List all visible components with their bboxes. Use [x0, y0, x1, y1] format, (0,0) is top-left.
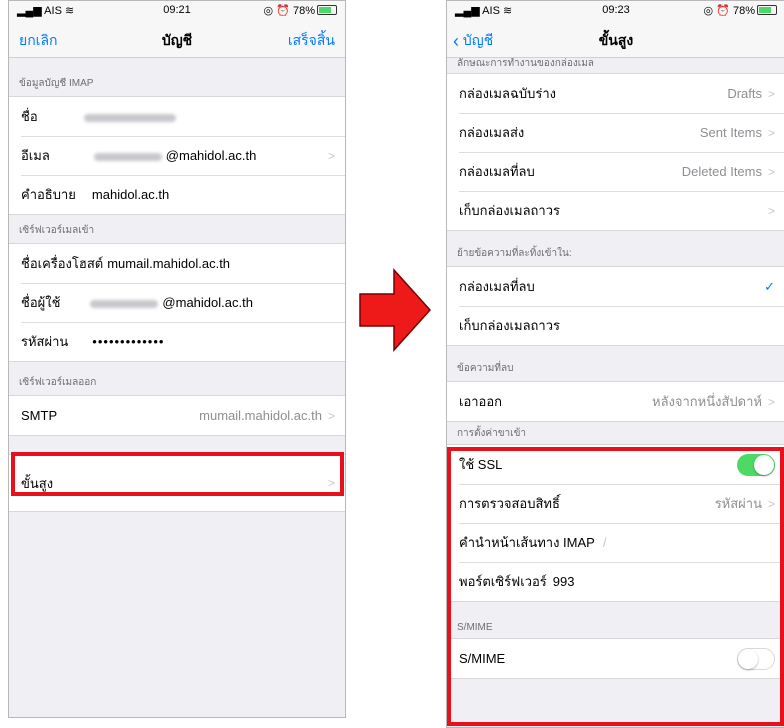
imap-info-group: ชื่อ อีเมล @mahidol.ac.th > คำอธิบาย mah… [9, 96, 345, 215]
deleted-label: กล่องเมลที่ลบ [459, 164, 535, 179]
chevron-right-icon: > [767, 496, 775, 511]
description-label: คำอธิบาย [21, 187, 76, 202]
description-value: mahidol.ac.th [91, 187, 170, 202]
password-label: รหัสผ่าน [21, 334, 69, 349]
auth-value: รหัสผ่าน [714, 496, 762, 511]
description-row[interactable]: คำอธิบาย mahidol.ac.th [9, 175, 345, 214]
done-button[interactable]: เสร็จสิ้น [288, 30, 335, 52]
chevron-right-icon: > [767, 86, 775, 101]
imap-prefix-value[interactable]: / [603, 535, 607, 550]
drafts-row[interactable]: กล่องเมลฉบับร่าง Drafts > [447, 74, 784, 113]
advanced-label: ขั้นสูง [21, 475, 54, 491]
move-archive-label: เก็บกล่องเมลถาวร [459, 318, 560, 333]
section-header-outgoing: เซิร์ฟเวอร์เมลออก [19, 377, 97, 388]
nav-bar: ยกเลิก บัญชี เสร็จสิ้น [9, 20, 345, 58]
sent-label: กล่องเมลส่ง [459, 125, 525, 140]
deleted-messages-group: เอาออก หลังจากหนึ่งสัปดาห์ > [447, 381, 784, 422]
mailbox-behaviour-group: กล่องเมลฉบับร่าง Drafts > กล่องเมลส่ง Se… [447, 73, 784, 231]
smtp-row[interactable]: SMTP mumail.mahidol.ac.th > [9, 396, 345, 435]
port-row[interactable]: พอร์ตเซิร์ฟเวอร์ 993 [447, 562, 784, 601]
remove-value: หลังจากหนึ่งสัปดาห์ [652, 394, 762, 409]
port-value[interactable]: 993 [553, 574, 575, 589]
smtp-value: mumail.mahidol.ac.th [199, 408, 322, 423]
drafts-label: กล่องเมลฉบับร่าง [459, 86, 556, 101]
advanced-row[interactable]: ขั้นสูง > [9, 455, 345, 511]
chevron-right-icon: > [767, 125, 775, 140]
move-discarded-group: กล่องเมลที่ลบ ✓ เก็บกล่องเมลถาวร [447, 266, 784, 346]
right-screen: ▂▄▆ AIS ≋ 09:23 ◎ ⏰ 78% ‹ บัญชี ขั้นสูง … [446, 0, 784, 728]
username-value: @mahidol.ac.th [90, 295, 335, 310]
imap-prefix-label: คำนำหน้าเส้นทาง IMAP [459, 535, 595, 550]
section-header-incoming: เซิร์ฟเวอร์เมลเข้า [19, 225, 95, 236]
smime-row: S/MIME [447, 639, 784, 678]
battery-icon [757, 5, 777, 15]
ssl-toggle[interactable] [737, 453, 775, 476]
checkmark-icon: ✓ [764, 278, 775, 294]
outgoing-server-group: SMTP mumail.mahidol.ac.th > [9, 395, 345, 436]
email-label: อีเมล [21, 148, 50, 163]
name-label: ชื่อ [21, 109, 38, 124]
hostname-value: mumail.mahidol.ac.th [107, 256, 231, 271]
advanced-group: ขั้นสูง > [9, 454, 345, 512]
ssl-label: ใช้ SSL [459, 457, 503, 472]
section-header-deleted-messages: ข้อความที่ลบ [457, 363, 514, 374]
archive-label: เก็บกล่องเมลถาวร [459, 203, 560, 218]
chevron-right-icon: > [327, 148, 335, 163]
email-value: @mahidol.ac.th [93, 148, 322, 163]
battery-icon [317, 5, 337, 15]
move-archive-row[interactable]: เก็บกล่องเมลถาวร [447, 306, 784, 345]
ssl-row: ใช้ SSL [447, 445, 784, 484]
drafts-value: Drafts [727, 86, 762, 101]
section-header-mailbox: ลักษณะการทำงานของกล่องเมล [457, 58, 594, 69]
smime-toggle[interactable] [737, 647, 775, 670]
chevron-right-icon: > [327, 476, 335, 490]
arrow-right-icon [359, 268, 432, 352]
remove-label: เอาออก [459, 394, 503, 409]
section-header-move: ย้ายข้อความที่ละทิ้งเข้าใน: [457, 248, 572, 259]
name-value-redacted [83, 109, 335, 124]
sent-value: Sent Items [699, 125, 762, 140]
page-title: ขั้นสูง [598, 32, 634, 48]
move-deleted-row[interactable]: กล่องเมลที่ลบ ✓ [447, 267, 784, 306]
chevron-right-icon: > [767, 203, 775, 218]
section-header-incoming-settings: การตั้งค่าขาเข้า [457, 428, 527, 439]
email-row[interactable]: อีเมล @mahidol.ac.th > [9, 136, 345, 175]
deleted-row[interactable]: กล่องเมลที่ลบ Deleted Items > [447, 152, 784, 191]
hostname-row[interactable]: ชื่อเครื่องโฮสต์ mumail.mahidol.ac.th [9, 244, 345, 283]
archive-row[interactable]: เก็บกล่องเมลถาวร > [447, 191, 784, 230]
username-row[interactable]: ชื่อผู้ใช้ @mahidol.ac.th [9, 283, 345, 322]
username-label: ชื่อผู้ใช้ [21, 295, 61, 310]
name-row[interactable]: ชื่อ [9, 97, 345, 136]
sent-row[interactable]: กล่องเมลส่ง Sent Items > [447, 113, 784, 152]
imap-prefix-row[interactable]: คำนำหน้าเส้นทาง IMAP / [447, 523, 784, 562]
battery-status: ◎ ⏰ 78% [264, 4, 337, 17]
status-bar: ▂▄▆ AIS ≋ 09:21 ◎ ⏰ 78% [9, 1, 345, 20]
section-header-smime: S/MIME [457, 622, 493, 633]
status-bar: ▂▄▆ AIS ≋ 09:23 ◎ ⏰ 78% [447, 1, 784, 20]
smime-group: S/MIME [447, 638, 784, 679]
auth-label: การตรวจสอบสิทธิ์ [459, 496, 560, 511]
password-value: ••••••••••••• [92, 334, 165, 349]
chevron-right-icon: > [327, 408, 335, 423]
nav-bar: ‹ บัญชี ขั้นสูง [447, 20, 784, 58]
incoming-server-group: ชื่อเครื่องโฮสต์ mumail.mahidol.ac.th ชื… [9, 243, 345, 362]
smtp-label: SMTP [21, 408, 58, 423]
chevron-right-icon: > [767, 164, 775, 179]
incoming-settings-group: ใช้ SSL การตรวจสอบสิทธิ์ รหัสผ่าน > คำนำ… [447, 444, 784, 602]
smime-label: S/MIME [459, 651, 506, 666]
chevron-right-icon: > [767, 394, 775, 409]
section-header-imap: ข้อมูลบัญชี IMAP [19, 78, 94, 89]
hostname-label: ชื่อเครื่องโฮสต์ [21, 256, 104, 271]
left-screen: ▂▄▆ AIS ≋ 09:21 ◎ ⏰ 78% ยกเลิก บัญชี เสร… [8, 0, 346, 718]
port-label: พอร์ตเซิร์ฟเวอร์ [459, 574, 547, 589]
move-deleted-label: กล่องเมลที่ลบ [459, 279, 535, 294]
password-row[interactable]: รหัสผ่าน ••••••••••••• [9, 322, 345, 361]
deleted-value: Deleted Items [681, 164, 762, 179]
battery-status: ◎ ⏰ 78% [704, 4, 777, 17]
auth-row[interactable]: การตรวจสอบสิทธิ์ รหัสผ่าน > [447, 484, 784, 523]
remove-row[interactable]: เอาออก หลังจากหนึ่งสัปดาห์ > [447, 382, 784, 421]
